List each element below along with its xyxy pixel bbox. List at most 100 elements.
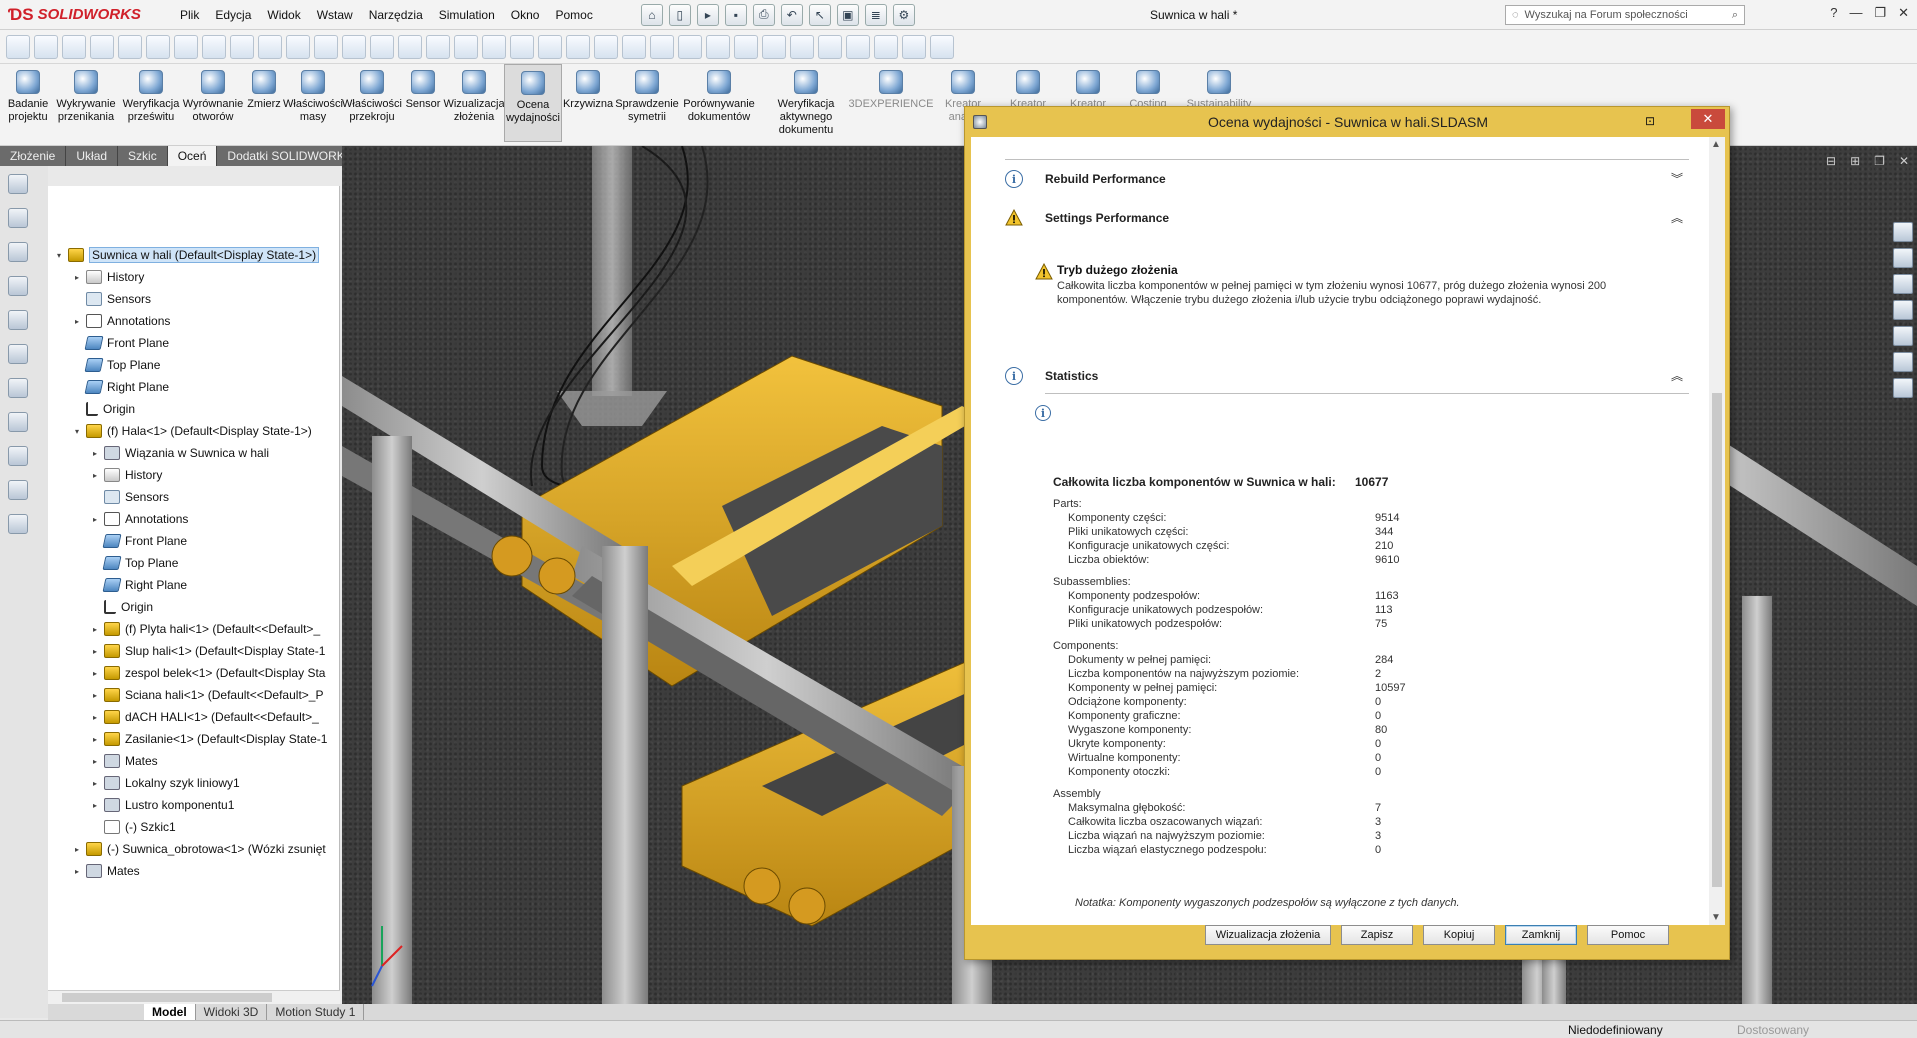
expand-toggle-icon[interactable]: ▸ bbox=[90, 449, 100, 458]
command-badanie-projektu[interactable]: Badanie projektu bbox=[4, 64, 52, 124]
expand-toggle-icon[interactable]: ▸ bbox=[72, 317, 82, 326]
rail-move-icon[interactable] bbox=[8, 446, 28, 466]
command-wykrywanie-przenikania[interactable]: Wykrywanie przenikania bbox=[52, 64, 120, 124]
camera-icon[interactable] bbox=[902, 34, 926, 59]
display-style-icon[interactable] bbox=[650, 34, 674, 59]
expand-toggle-icon[interactable]: ▸ bbox=[90, 647, 100, 656]
command-porownywanie-dokumentow[interactable]: Porównywanie dokumentów bbox=[680, 64, 758, 124]
reload-icon[interactable] bbox=[594, 34, 618, 59]
expand-toggle-icon[interactable]: ▸ bbox=[90, 757, 100, 766]
rail-display-icon[interactable] bbox=[8, 208, 28, 228]
tree-node[interactable]: Top Plane bbox=[48, 552, 340, 574]
print-icon[interactable]: ⎙ bbox=[752, 3, 775, 26]
restore-icon[interactable]: ❐ bbox=[1874, 5, 1886, 21]
scroll-up-icon[interactable]: ▲ bbox=[1711, 139, 1721, 150]
tab-zlozenie[interactable]: Złożenie bbox=[0, 146, 67, 166]
rail-orient-icon[interactable] bbox=[8, 276, 28, 296]
chevron-double-up-icon[interactable]: ︽ bbox=[1671, 367, 1683, 384]
interference-icon[interactable] bbox=[566, 34, 590, 59]
tab-szkic[interactable]: Szkic bbox=[118, 146, 168, 166]
design-library-icon[interactable] bbox=[1893, 248, 1913, 268]
expand-toggle-icon[interactable]: ▸ bbox=[90, 801, 100, 810]
options-gear-icon[interactable]: ⚙ bbox=[892, 3, 915, 26]
dialog-close-button[interactable]: ✕ bbox=[1691, 109, 1725, 129]
tree-node[interactable]: Right Plane bbox=[48, 376, 340, 398]
command-ocena-wydajnosci[interactable]: Ocena wydajności bbox=[504, 64, 562, 142]
tree-node[interactable]: ▸ Sciana hali<1> (Default<<Default>_P bbox=[48, 684, 340, 706]
expand-toggle-icon[interactable]: ▸ bbox=[90, 735, 100, 744]
update-icon[interactable] bbox=[370, 34, 394, 59]
rail-rotate-icon[interactable] bbox=[8, 480, 28, 500]
dialog-vertical-scrollbar[interactable]: ▲ ▼ bbox=[1709, 137, 1725, 925]
appearances-icon[interactable] bbox=[1893, 326, 1913, 346]
tree-node[interactable]: ▸ Annotations bbox=[48, 508, 340, 530]
spell-check-icon[interactable] bbox=[6, 34, 30, 59]
command-kreator[interactable]: Kreator bbox=[998, 64, 1058, 111]
rail-appearance-icon[interactable] bbox=[8, 344, 28, 364]
pomoc-button[interactable]: Pomoc bbox=[1587, 925, 1669, 945]
section-rebuild-performance[interactable]: i Rebuild Performance ︾ bbox=[1005, 159, 1689, 195]
expand-toggle-icon[interactable]: ▸ bbox=[90, 669, 100, 678]
tree-node[interactable]: Right Plane bbox=[48, 574, 340, 596]
tree-node[interactable]: ▸ Mates bbox=[48, 750, 340, 772]
expand-toggle-icon[interactable]: ▸ bbox=[72, 845, 82, 854]
status-units[interactable]: Dostosowany bbox=[1737, 1023, 1809, 1037]
bottom-tab-widoki-3d[interactable]: Widoki 3D bbox=[196, 1004, 268, 1020]
menu-pomoc[interactable]: Pomoc bbox=[547, 0, 600, 30]
tree-node[interactable]: ▸ Mates bbox=[48, 860, 340, 882]
expand-toggle-icon[interactable]: ▾ bbox=[54, 251, 64, 260]
solidworks-logo[interactable]: ƊS SOLIDWORKS bbox=[0, 0, 160, 30]
tree-horizontal-scrollbar[interactable] bbox=[48, 990, 340, 1004]
command-weryfikacja-aktywnego-dokumentu[interactable]: Weryfikacja aktywnego dokumentu bbox=[758, 64, 854, 137]
zapisz-button[interactable]: Zapisz bbox=[1341, 925, 1413, 945]
bill-of-materials-icon[interactable] bbox=[454, 34, 478, 59]
bottom-tab-motion-study-1[interactable]: Motion Study 1 bbox=[267, 1004, 365, 1020]
rail-hide-icon[interactable] bbox=[8, 310, 28, 330]
section-settings-performance[interactable]: Settings Performance ︽ bbox=[1005, 199, 1689, 235]
command-3dexperience[interactable]: 3DEXPERIENCE bbox=[849, 64, 934, 111]
tree-node[interactable]: ▸ History bbox=[48, 266, 340, 288]
measure-icon[interactable] bbox=[34, 34, 58, 59]
section-statistics[interactable]: i Statistics ︽ bbox=[1005, 357, 1689, 393]
mass-icon[interactable] bbox=[62, 34, 86, 59]
tree-node[interactable]: ▸ (f) Plyta hali<1> (Default<<Default>_ bbox=[48, 618, 340, 640]
mate-icon[interactable] bbox=[118, 34, 142, 59]
tree-node[interactable]: Top Plane bbox=[48, 354, 340, 376]
move-component-icon[interactable] bbox=[202, 34, 226, 59]
instant3d-icon[interactable] bbox=[342, 34, 366, 59]
view-settings-icon[interactable] bbox=[790, 34, 814, 59]
command-krzywizna[interactable]: Krzywizna bbox=[562, 64, 614, 111]
scroll-down-icon[interactable]: ▼ bbox=[1711, 912, 1721, 923]
tree-node[interactable]: Front Plane bbox=[48, 530, 340, 552]
snapshot-icon[interactable] bbox=[482, 34, 506, 59]
tree-node[interactable]: Front Plane bbox=[48, 332, 340, 354]
tree-node[interactable]: Sensors bbox=[48, 288, 340, 310]
viewport-close-icon[interactable]: ✕ bbox=[1899, 154, 1909, 168]
new-motion-icon[interactable] bbox=[426, 34, 450, 59]
tree-node[interactable]: ▾ Suwnica w hali (Default<Display State-1… bbox=[48, 244, 340, 266]
menu-plik[interactable]: Plik bbox=[172, 0, 207, 30]
edit-appearance-icon[interactable] bbox=[734, 34, 758, 59]
expand-toggle-icon[interactable]: ▸ bbox=[90, 625, 100, 634]
rail-scene-icon[interactable] bbox=[8, 378, 28, 398]
command-wyrownanie-otworow[interactable]: Wyrównanie otworów bbox=[182, 64, 244, 124]
rail-render-icon[interactable] bbox=[8, 412, 28, 432]
menu-okno[interactable]: Okno bbox=[503, 0, 548, 30]
rail-view-icon[interactable] bbox=[8, 174, 28, 194]
exploded-view-icon[interactable] bbox=[314, 34, 338, 59]
command-sustainability[interactable]: Sustainability bbox=[1178, 64, 1260, 111]
linear-pattern-icon[interactable] bbox=[146, 34, 170, 59]
large-assembly-icon[interactable] bbox=[510, 34, 534, 59]
search-icon[interactable]: ⌕ bbox=[1732, 9, 1738, 22]
expand-toggle-icon[interactable]: ▸ bbox=[72, 867, 82, 876]
realview-icon[interactable] bbox=[818, 34, 842, 59]
sum-icon[interactable] bbox=[258, 34, 282, 59]
menu-simulation[interactable]: Simulation bbox=[431, 0, 503, 30]
view-orient-icon[interactable] bbox=[622, 34, 646, 59]
rebuild-icon[interactable]: ▣ bbox=[836, 3, 859, 26]
tree-node[interactable]: ▸ Wiązania w Suwnica w hali bbox=[48, 442, 340, 464]
rail-section-icon[interactable] bbox=[8, 242, 28, 262]
close-icon[interactable]: ✕ bbox=[1898, 5, 1909, 21]
search-box[interactable]: ◌ Wyszukaj na Forum społeczności ⌕ bbox=[1505, 5, 1745, 25]
tab-ocen[interactable]: Oceń bbox=[167, 146, 218, 166]
